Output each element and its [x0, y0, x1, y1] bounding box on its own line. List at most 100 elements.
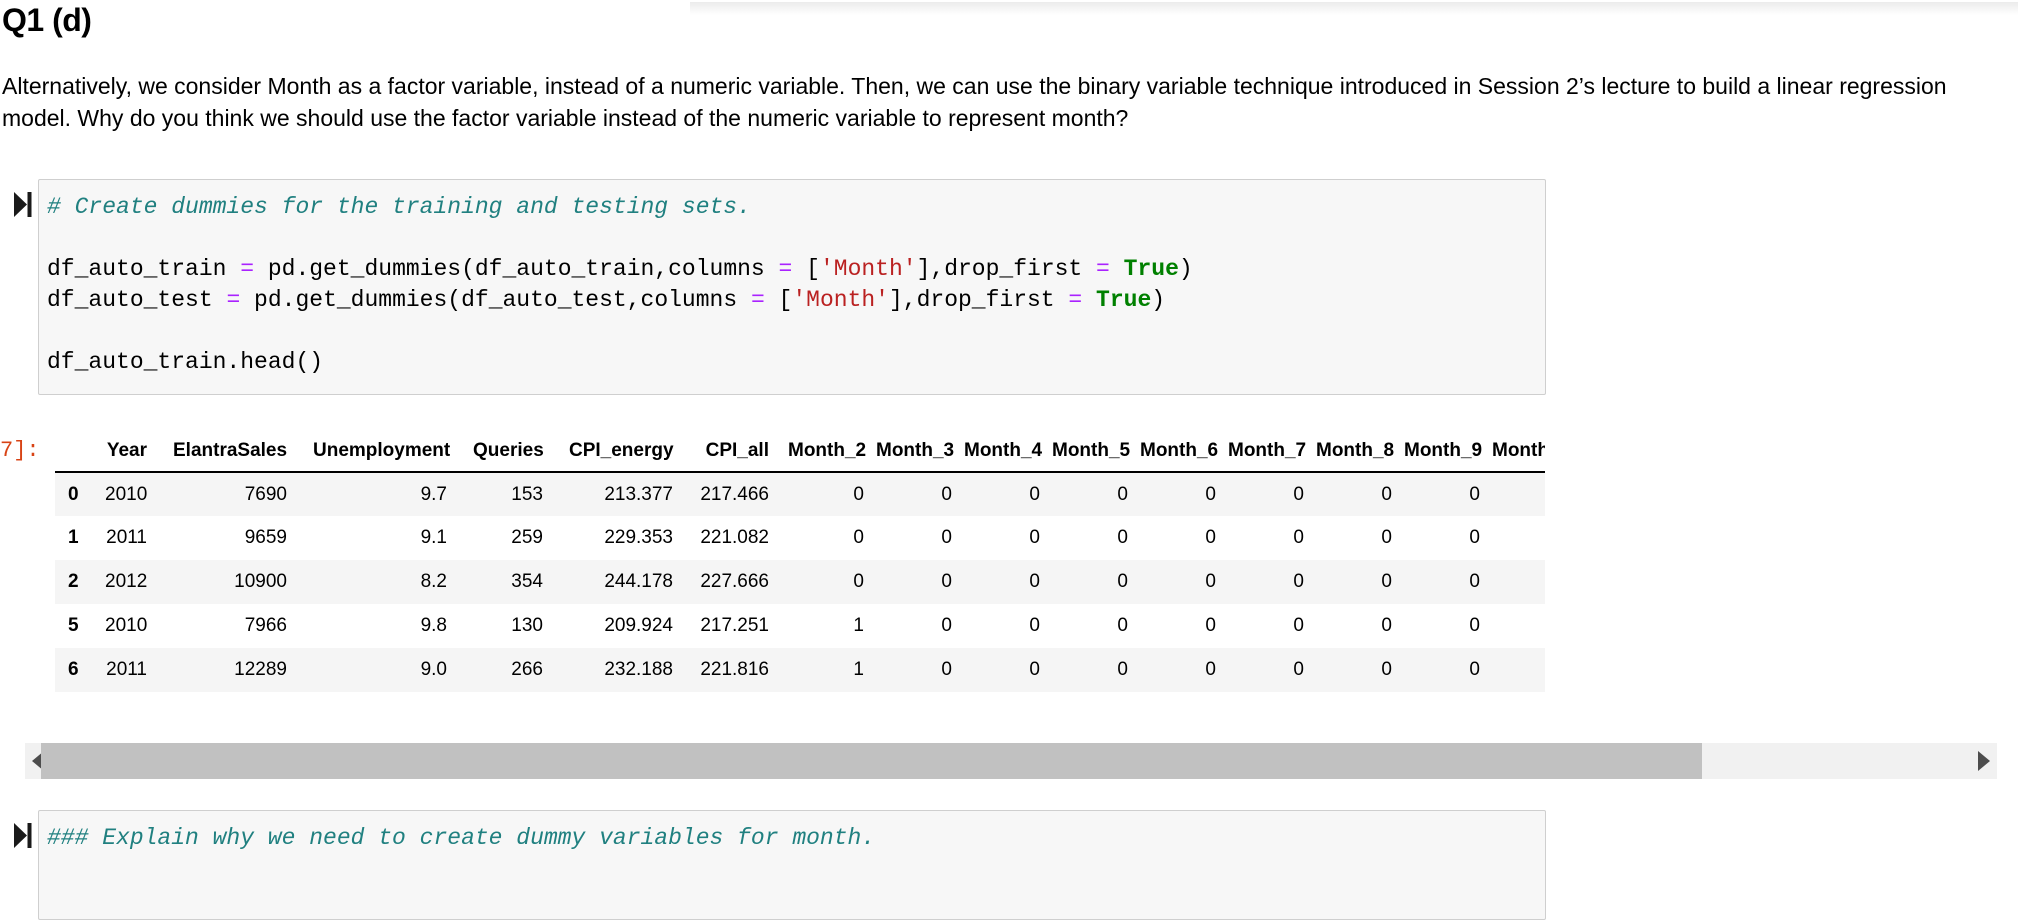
table-cell: 7966: [244, 615, 287, 636]
table-cell: 0: [941, 615, 952, 636]
table-cell: 244.178: [604, 571, 673, 592]
table-cell: [1486, 560, 1545, 604]
page-title: Q1 (d): [2, 2, 92, 38]
table-cell: 0: [1117, 527, 1128, 548]
table-cell: 0: [1117, 615, 1128, 636]
row-index: 6: [68, 659, 79, 680]
column-header: Month_4: [958, 430, 1046, 473]
table-cell: 0: [1117, 483, 1128, 505]
cell-prompt: [0, 179, 38, 217]
column-header: Month_9: [1398, 430, 1486, 473]
table-cell: 9.0: [420, 659, 447, 680]
code-line: df_auto_test = pd.get_dummies(df_auto_te…: [47, 287, 1166, 313]
table-cell: 0: [1469, 659, 1480, 680]
column-header: Month_8: [1310, 430, 1398, 473]
table-cell: 1: [853, 659, 864, 680]
table-cell: 0: [1469, 483, 1480, 505]
table-row: 0 2010 7690 9.7 153 213.377 217.466 0 0 0 0 0 0 0 0: [55, 472, 1545, 516]
row-index: 5: [68, 615, 79, 636]
row-index: 2: [68, 571, 79, 592]
table-cell: 209.924: [604, 615, 673, 636]
table-cell: 259: [511, 527, 543, 548]
table-cell: 0: [1029, 571, 1040, 592]
table-cell: 0: [853, 483, 864, 505]
index-corner-header: [55, 430, 92, 473]
table-cell: 0: [1469, 615, 1480, 636]
code-line: df_auto_train.head(): [47, 349, 324, 375]
table-row: 5 2010 7966 9.8 130 209.924 217.251 1 0 0 0 0 0 0 0: [55, 604, 1545, 648]
table-cell: 0: [1205, 615, 1216, 636]
code-line: ### Explain why we need to create dummy …: [47, 825, 876, 851]
dataframe-scroll-viewport[interactable]: Year ElantraSales Unemployment Queries CPI_e…: [55, 430, 1545, 692]
dataframe-table: Year ElantraSales Unemployment Queries CPI_e…: [55, 430, 1545, 692]
table-cell: 0: [941, 483, 952, 505]
table-cell: 0: [1205, 659, 1216, 680]
table-cell: 0: [1381, 615, 1392, 636]
cell-prompt: [0, 810, 38, 848]
horizontal-scrollbar[interactable]: [25, 743, 1997, 779]
table-cell: 0: [853, 527, 864, 548]
table-cell: 232.188: [604, 659, 673, 680]
column-header: Month_7: [1222, 430, 1310, 473]
table-cell: 153: [511, 483, 543, 505]
scrollbar-right-arrow-icon[interactable]: [1978, 751, 1990, 771]
table-cell: 0: [1293, 615, 1304, 636]
table-cell: 0: [1293, 483, 1304, 505]
table-cell: 221.082: [700, 527, 769, 548]
code-cell-1: # Create dummies for the training and te…: [0, 179, 2018, 395]
table-cell: 0: [1205, 527, 1216, 548]
table-cell: 0: [1029, 615, 1040, 636]
table-cell: 354: [511, 571, 543, 592]
table-cell: 217.251: [700, 615, 769, 636]
table-cell: 229.353: [604, 527, 673, 548]
table-cell: 266: [511, 659, 543, 680]
table-cell: 0: [941, 571, 952, 592]
table-cell: 2012: [105, 571, 148, 592]
table-cell: 0: [1205, 571, 1216, 592]
output-area: 7]: Year ElantraSales Unemployment Queries C…: [0, 430, 2018, 779]
table-cell: 9.7: [420, 483, 447, 505]
column-header: Year: [92, 430, 160, 473]
table-cell: 213.377: [604, 483, 673, 505]
table-cell: [1486, 516, 1545, 560]
table-cell: 221.816: [700, 659, 769, 680]
code-cell-2: ### Explain why we need to create dummy …: [0, 810, 2018, 920]
table-cell: 0: [941, 527, 952, 548]
table-cell: 9.8: [420, 615, 447, 636]
table-cell: 0: [1117, 659, 1128, 680]
table-cell: 12289: [234, 659, 287, 680]
scrollbar-thumb[interactable]: [41, 743, 1702, 779]
table-cell: [1486, 604, 1545, 648]
row-index: 1: [68, 527, 79, 548]
table-cell: 130: [511, 615, 543, 636]
code-input-area[interactable]: ### Explain why we need to create dummy …: [38, 810, 1546, 920]
code-input-area[interactable]: # Create dummies for the training and te…: [38, 179, 1546, 395]
table-cell: 0: [1381, 483, 1392, 505]
column-header: Month_6: [1134, 430, 1222, 473]
table-cell: 0: [1117, 571, 1128, 592]
table-cell: 0: [1293, 571, 1304, 592]
table-cell: 0: [1029, 483, 1040, 505]
code-line: df_auto_train = pd.get_dummies(df_auto_t…: [47, 256, 1193, 282]
table-cell: 0: [1293, 527, 1304, 548]
column-header: CPI_energy: [556, 430, 686, 473]
table-cell: 1: [853, 615, 864, 636]
table-row: 1 2011 9659 9.1 259 229.353 221.082 0 0 0 0 0 0 0 0: [55, 516, 1545, 560]
output-prompt: 7]:: [0, 438, 40, 463]
table-cell: 0: [1029, 527, 1040, 548]
table-cell: 0: [1469, 571, 1480, 592]
column-header: Month_5: [1046, 430, 1134, 473]
table-cell: 227.666: [700, 571, 769, 592]
column-header: Queries: [460, 430, 556, 473]
table-cell: 0: [1381, 571, 1392, 592]
table-cell: 0: [1381, 659, 1392, 680]
table-cell: 9659: [244, 527, 287, 548]
column-header: Unemployment: [300, 430, 460, 473]
table-cell: 2011: [106, 659, 147, 680]
table-cell: 2011: [106, 527, 147, 548]
table-cell: 10900: [234, 571, 287, 592]
table-cell: 217.466: [700, 483, 769, 505]
column-header: ElantraSales: [160, 430, 300, 473]
table-header-row: Year ElantraSales Unemployment Queries CPI_e…: [55, 430, 1545, 473]
